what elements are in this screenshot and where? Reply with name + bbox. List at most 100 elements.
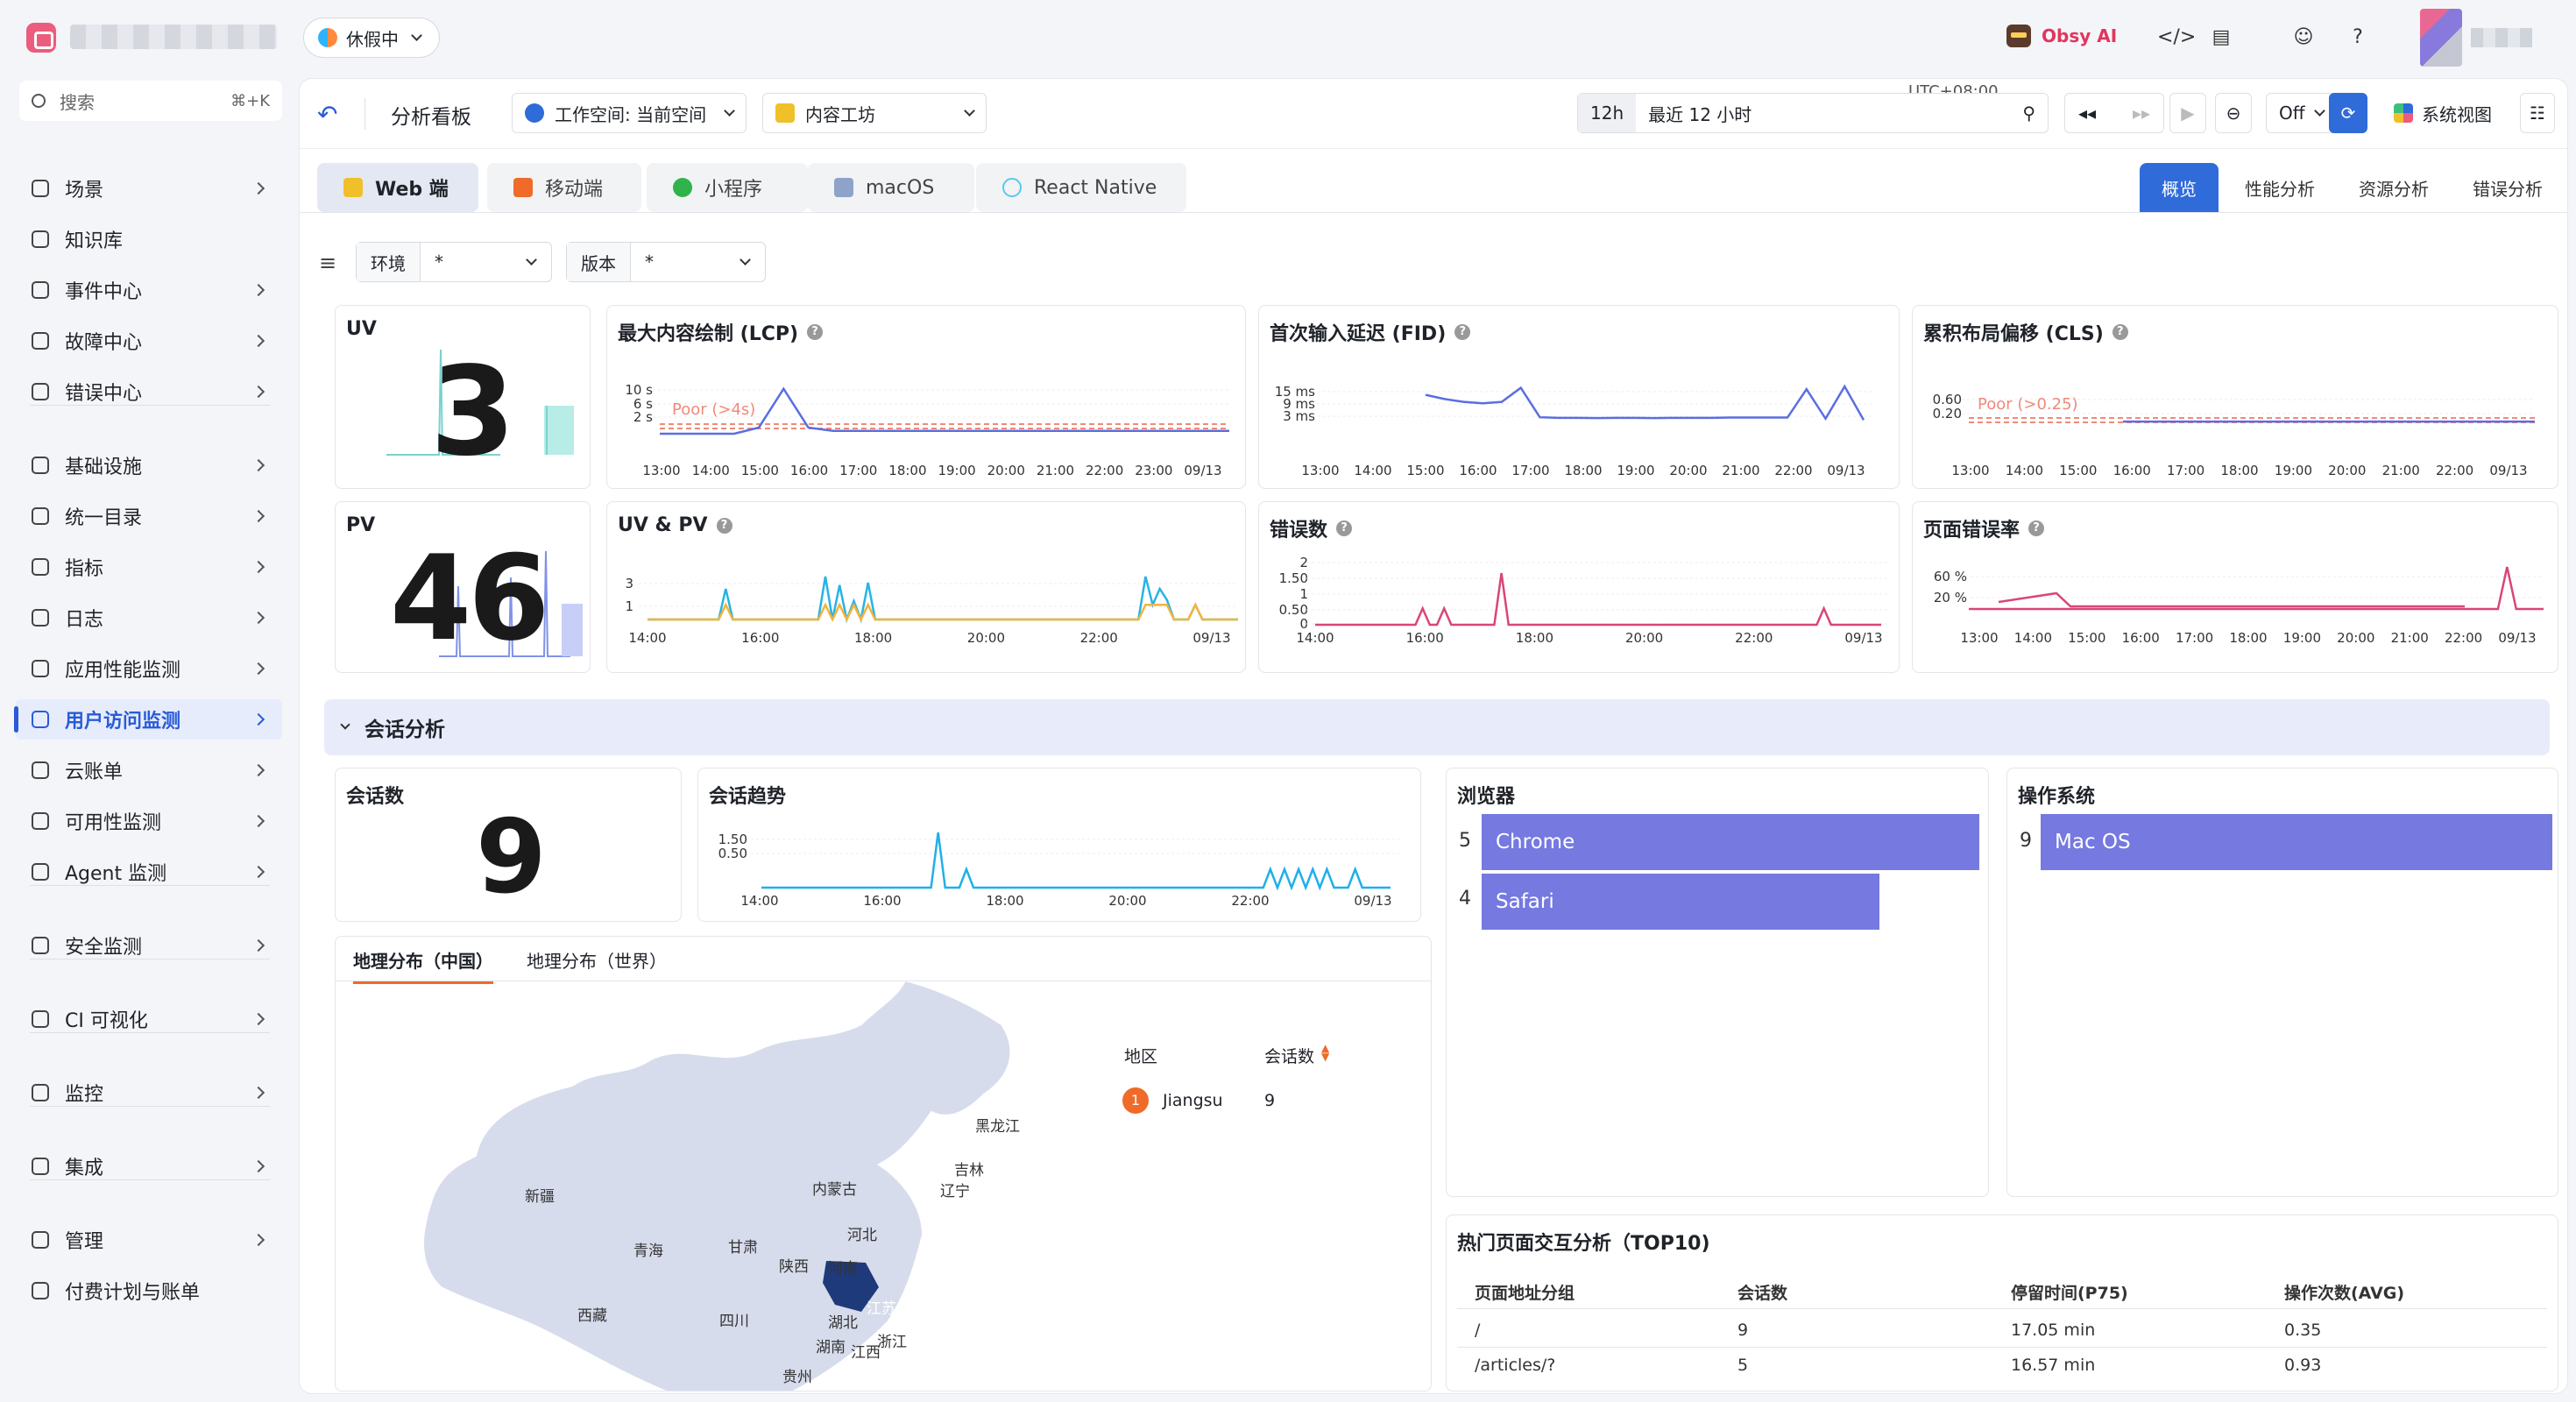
filter-icon[interactable]: ≡ bbox=[319, 251, 336, 275]
os-bar-macos[interactable]: Mac OS bbox=[2041, 814, 2552, 870]
help-icon[interactable]: ? bbox=[716, 517, 732, 534]
cell-page[interactable]: / bbox=[1475, 1321, 1480, 1340]
help-icon[interactable]: ? bbox=[2028, 520, 2045, 536]
sessions-card[interactable]: 会话数 9 bbox=[335, 768, 682, 922]
pin-icon[interactable]: ⚲ bbox=[2022, 103, 2035, 124]
browser-bar-safari[interactable]: Safari bbox=[1482, 874, 1879, 930]
sidebar-item-16[interactable]: 监控 bbox=[16, 1073, 282, 1113]
tab-geo-china[interactable]: 地理分布（中国） bbox=[353, 947, 493, 984]
province-label: 江苏 bbox=[867, 1300, 896, 1318]
tab-errors[interactable]: 错误分析 bbox=[2455, 163, 2560, 212]
sidebar-item-1[interactable]: 知识库 bbox=[16, 219, 282, 259]
tab-performance[interactable]: 性能分析 bbox=[2227, 163, 2332, 212]
sidebar-item-8[interactable]: 日志 bbox=[16, 598, 282, 638]
back-icon[interactable]: ↶ bbox=[317, 100, 337, 129]
x-tick-label: 14:00 bbox=[628, 630, 666, 646]
sidebar-item-7[interactable]: 指标 bbox=[16, 547, 282, 587]
notes-icon[interactable]: ▤ bbox=[2208, 25, 2234, 51]
system-view-button[interactable]: 系统视图 bbox=[2381, 93, 2515, 133]
session-trend-card[interactable]: 会话趋势 1.50 0.50 14:00 16:00 18:00 20:00 22:00 09… bbox=[697, 768, 1421, 922]
search-icon bbox=[32, 94, 46, 108]
sidebar-item-icon bbox=[32, 660, 49, 677]
zoom-out-icon[interactable]: ⊖ bbox=[2215, 93, 2252, 133]
x-tick-label: 22:00 bbox=[1086, 463, 1123, 478]
pv-card[interactable]: PV 46 bbox=[335, 501, 591, 673]
tab-overview[interactable]: 概览 bbox=[2140, 163, 2219, 212]
status-label: 休假中 bbox=[346, 28, 399, 50]
user-name-redacted[interactable] bbox=[2471, 28, 2532, 47]
pv-value: 46 bbox=[390, 530, 549, 667]
tab-miniprogram[interactable]: 小程序 bbox=[647, 163, 808, 212]
status-dropdown[interactable]: 休假中 bbox=[303, 18, 440, 58]
sidebar-item-9[interactable]: 应用性能监测 bbox=[16, 648, 282, 689]
x-tick-label: 22:00 bbox=[2445, 630, 2482, 646]
sidebar-item-4[interactable]: 错误中心 bbox=[16, 372, 282, 412]
session-section-header[interactable]: 会话分析 bbox=[324, 699, 2550, 755]
sidebar-item-5[interactable]: 基础设施 bbox=[16, 445, 282, 485]
sidebar-item-19[interactable]: 付费计划与账单 bbox=[16, 1271, 282, 1311]
sidebar-item-17[interactable]: 集成 bbox=[16, 1146, 282, 1186]
sidebar-item-15[interactable]: CI 可视化 bbox=[16, 999, 282, 1039]
sidebar-item-icon bbox=[32, 1010, 49, 1028]
tab-react-native[interactable]: React Native bbox=[976, 163, 1186, 212]
forward-icon[interactable]: ▸▸ bbox=[2133, 103, 2150, 124]
os-card[interactable]: 操作系统 9 Mac OS bbox=[2006, 768, 2558, 1197]
browser-card[interactable]: 浏览器 5 Chrome 4 Safari bbox=[1446, 768, 1989, 1197]
cls-card[interactable]: 累积布局偏移 (CLS)? 0.60 0.20 13:00 14:00 15:00 16:… bbox=[1912, 305, 2558, 489]
obsy-ai-button[interactable]: Obsy AI bbox=[2006, 25, 2117, 47]
col-page-group[interactable]: 页面地址分组 bbox=[1475, 1280, 1575, 1304]
sidebar-item-2[interactable]: 事件中心 bbox=[16, 270, 282, 310]
org-name-redacted[interactable] bbox=[70, 25, 277, 49]
help-icon[interactable]: ? bbox=[1336, 520, 1353, 536]
col-sessions[interactable]: 会话数 bbox=[1737, 1280, 1787, 1304]
tab-mobile[interactable]: 移动端 bbox=[487, 163, 641, 212]
error-rate-card[interactable]: 页面错误率? 60 % 20 % 13:00 14:00 15:00 16:00 17:00… bbox=[1912, 501, 2558, 673]
workspace-select[interactable]: 工作空间: 当前空间 bbox=[512, 93, 747, 133]
cell-page[interactable]: /articles/? bbox=[1475, 1356, 1555, 1375]
province-label: 河北 bbox=[847, 1227, 877, 1244]
refresh-button[interactable]: ⟳ bbox=[2329, 93, 2367, 133]
help-icon[interactable]: ? bbox=[807, 324, 824, 340]
fid-card[interactable]: 首次输入延迟 (FID)? 15 ms 9 ms 3 ms 13:00 14:00 15:… bbox=[1258, 305, 1900, 489]
geo-col-sessions[interactable]: 会话数 ▲ ▼ bbox=[1264, 1042, 1330, 1067]
sidebar-item-3[interactable]: 故障中心 bbox=[16, 321, 282, 361]
settings-icon[interactable]: ☷ bbox=[2520, 93, 2555, 133]
errors-card[interactable]: 错误数? 2 1.50 1 0.50 0 14:00 16:00 18:00 20:00 22:0… bbox=[1258, 501, 1900, 673]
time-range-picker[interactable]: 12h 最近 12 小时 ⚲ bbox=[1577, 93, 2049, 133]
uv-card[interactable]: UV 3 bbox=[335, 305, 591, 489]
tab-resources[interactable]: 资源分析 bbox=[2341, 163, 2446, 212]
sidebar-item-18[interactable]: 管理 bbox=[16, 1220, 282, 1260]
sidebar-item-10[interactable]: 用户访问监测 bbox=[14, 699, 282, 740]
app-select[interactable]: 内容工坊 bbox=[762, 93, 987, 133]
sidebar-item-14[interactable]: 安全监测 bbox=[16, 925, 282, 966]
search-input[interactable]: 搜索 ⌘+K bbox=[19, 81, 282, 121]
help-icon[interactable]: ? bbox=[2112, 324, 2128, 340]
help-icon[interactable]: ? bbox=[1454, 324, 1471, 340]
sort-icon: ▲ ▼ bbox=[1321, 1042, 1330, 1063]
sidebar-item-6[interactable]: 统一目录 bbox=[16, 496, 282, 536]
play-button[interactable]: ▶ bbox=[2169, 93, 2206, 133]
rewind-icon[interactable]: ◂◂ bbox=[2078, 103, 2096, 124]
sidebar-item-13[interactable]: Agent 监测 bbox=[16, 852, 282, 892]
errors-series-line bbox=[1315, 572, 1881, 627]
sidebar-item-0[interactable]: 场景 bbox=[16, 168, 282, 209]
sidebar-item-11[interactable]: 云账单 bbox=[16, 750, 282, 790]
help-icon[interactable]: ? bbox=[2345, 25, 2371, 51]
col-stay-time[interactable]: 停留时间(P75) bbox=[2011, 1280, 2128, 1304]
lcp-card[interactable]: 最大内容绘制 (LCP)? 10 s6 s2 s 13:00 14:00 15:00 1… bbox=[606, 305, 1246, 489]
col-actions[interactable]: 操作次数(AVG) bbox=[2284, 1280, 2404, 1304]
tab-geo-world[interactable]: 地理分布（世界） bbox=[527, 947, 667, 973]
version-filter[interactable]: 版本 * bbox=[566, 242, 766, 282]
uvpv-card[interactable]: UV & PV? 3 1 14:00 16:00 18:00 20:00 22:00 09/1… bbox=[606, 501, 1246, 673]
code-icon[interactable]: </> bbox=[2157, 25, 2196, 51]
tab-macos[interactable]: macOS bbox=[808, 163, 974, 212]
env-filter[interactable]: 环境 * bbox=[356, 242, 552, 282]
user-icon[interactable]: ☺ bbox=[2290, 25, 2317, 51]
app-logo-icon[interactable] bbox=[26, 23, 56, 53]
browser-bar-chrome[interactable]: Chrome bbox=[1482, 814, 1979, 870]
tab-web[interactable]: Web 端 bbox=[317, 163, 478, 212]
sidebar-item-12[interactable]: 可用性监测 bbox=[16, 801, 282, 841]
tab-label: macOS bbox=[866, 176, 935, 199]
refresh-select[interactable]: Off bbox=[2266, 93, 2338, 133]
avatar[interactable] bbox=[2420, 9, 2462, 67]
